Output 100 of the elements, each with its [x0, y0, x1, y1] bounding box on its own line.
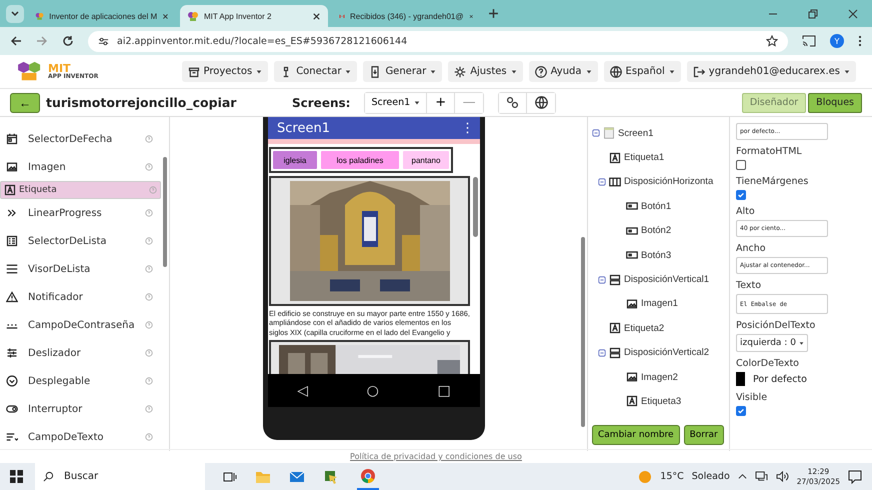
task-view-icon[interactable]	[223, 470, 237, 484]
tree-item[interactable]: Botón1	[641, 200, 672, 212]
project-name: turismotorrejoncillo_copiar	[46, 95, 238, 110]
color-value[interactable]: Por defecto	[753, 374, 807, 384]
color-swatch[interactable]	[736, 372, 745, 386]
nav-button[interactable]: ◁	[297, 382, 308, 398]
profile-avatar[interactable]: Y	[830, 34, 844, 48]
checkbox[interactable]	[736, 160, 746, 170]
tree-item[interactable]: Imagen2	[641, 372, 678, 383]
close-icon[interactable]	[848, 8, 858, 18]
tree-item[interactable]: Etiqueta3	[641, 396, 682, 407]
palette-item[interactable]: SelectorDeLista	[0, 227, 161, 255]
screens-label: Screens:	[292, 96, 350, 110]
palette-item[interactable]: Imagen	[0, 153, 161, 181]
globe-icon	[610, 66, 622, 78]
restore-icon[interactable]	[808, 8, 818, 18]
property-dropdown[interactable]: izquierda : 0	[736, 334, 808, 352]
windows-start-icon[interactable]	[10, 470, 23, 483]
reload-icon[interactable]	[62, 35, 74, 47]
browser-tab[interactable]: Inventor de aplicaciones del M	[28, 5, 176, 27]
app-icon[interactable]	[323, 468, 339, 484]
vlayout-icon	[609, 346, 621, 359]
checkbox[interactable]	[736, 406, 746, 416]
taskbar-search-field[interactable]: Buscar	[35, 463, 205, 490]
tree-item[interactable]: DisposiciónVertical2	[624, 347, 710, 358]
mode-button[interactable]: Bloques	[808, 92, 862, 112]
notification-icon[interactable]	[848, 470, 862, 484]
menu-button[interactable]: Ajustes	[448, 61, 523, 82]
app-button[interactable]: iglesia	[273, 151, 317, 169]
mail-icon[interactable]	[289, 470, 305, 484]
palette-item[interactable]: Deslizador	[0, 339, 161, 367]
logo-title: MIT	[48, 63, 71, 74]
caret-icon	[798, 340, 804, 346]
menu-button[interactable]: Ayuda	[528, 61, 598, 82]
slider-icon	[6, 347, 18, 359]
tree-item[interactable]: DisposiciónHorizonta	[624, 176, 714, 188]
property-label: FormatoHTML	[736, 146, 802, 157]
tree-item[interactable]: DisposiciónVertical1	[624, 274, 710, 286]
collapse-toggle[interactable]	[598, 348, 606, 357]
menu-button[interactable]: ygrandeh01@educarex.es	[686, 61, 856, 82]
browser-tab[interactable]: MIT App Inventor 2	[180, 5, 328, 27]
more-icon[interactable]	[858, 35, 862, 47]
menu-button[interactable]: Conectar	[274, 61, 358, 82]
app-button[interactable]: pantano	[403, 151, 449, 169]
network-icon[interactable]	[754, 471, 768, 482]
palette-item[interactable]: Interruptor	[0, 395, 161, 423]
collapse-toggle[interactable]	[592, 129, 600, 138]
calendar-icon	[6, 133, 18, 145]
component-action-button[interactable]: Cambiar nombre	[592, 425, 680, 445]
address-bar[interactable]: ai2.appinventor.mit.edu/?locale=es_ES#5936728121606144	[88, 30, 788, 52]
tree-item[interactable]: Imagen1	[641, 298, 678, 310]
palette-item[interactable]: CampoDeContraseña	[0, 311, 161, 339]
menu-button[interactable]: Proyectos	[182, 61, 268, 82]
caret-icon	[510, 68, 517, 74]
site-settings-icon[interactable]	[98, 36, 109, 46]
nav-button[interactable]: □	[437, 382, 451, 398]
screen-icon	[603, 127, 615, 140]
palette-item[interactable]: Notificador	[0, 283, 161, 311]
checkbox[interactable]	[736, 190, 746, 200]
privacy-link[interactable]: Política de privacidad y condiciones de uso	[350, 452, 522, 461]
caret-icon	[586, 68, 592, 74]
close-icon[interactable]	[162, 12, 169, 20]
tree-item[interactable]: Screen1	[618, 128, 654, 139]
tree-item[interactable]: Botón2	[641, 225, 672, 236]
volume-icon[interactable]	[776, 471, 789, 482]
palette-item[interactable]: Desplegable	[0, 367, 161, 395]
tree-item[interactable]: Botón3	[641, 250, 672, 261]
settings-icon	[506, 96, 520, 109]
tray-chevron-icon[interactable]	[738, 472, 747, 481]
back-button[interactable]: ←	[10, 92, 40, 112]
caret-icon	[256, 68, 262, 74]
collapse-toggle[interactable]	[598, 276, 606, 284]
gear-icon	[454, 66, 466, 78]
tab-search-icon[interactable]	[6, 4, 24, 22]
back-icon[interactable]	[10, 35, 22, 47]
tree-item[interactable]: Etiqueta2	[624, 322, 664, 334]
tree-item[interactable]: Etiqueta1	[624, 152, 664, 164]
nav-button[interactable]: ○	[366, 382, 379, 398]
folder-icon	[188, 66, 200, 78]
caret-icon	[345, 68, 352, 74]
palette-item[interactable]: VisorDeLista	[0, 255, 161, 283]
component-action-button[interactable]: Borrar	[684, 425, 724, 445]
screen-dropdown[interactable]: Screen1	[365, 92, 428, 112]
button-icon	[626, 200, 638, 212]
palette-item[interactable]: Etiqueta	[0, 181, 161, 199]
palette-item[interactable]: LinearProgress	[0, 199, 161, 227]
palette-item[interactable]: SelectorDeFecha	[0, 125, 161, 153]
palette-item[interactable]: CampoDeTexto	[0, 423, 161, 451]
menu-button[interactable]: Español	[604, 61, 681, 82]
bookmark-star-icon[interactable]	[766, 35, 778, 47]
cast-icon[interactable]	[802, 35, 816, 47]
list-icon	[6, 235, 18, 247]
close-icon[interactable]	[312, 12, 321, 20]
app-button[interactable]: los paladines	[321, 151, 399, 169]
switch-icon	[6, 403, 18, 415]
menu-button[interactable]: Generar	[363, 61, 442, 82]
component-settings-button[interactable]	[499, 92, 528, 112]
browser-tab[interactable]: Recibidos (346) - ygrandeh01@	[332, 5, 480, 27]
new-tab-icon[interactable]	[488, 8, 499, 19]
collapse-toggle[interactable]	[598, 178, 606, 186]
